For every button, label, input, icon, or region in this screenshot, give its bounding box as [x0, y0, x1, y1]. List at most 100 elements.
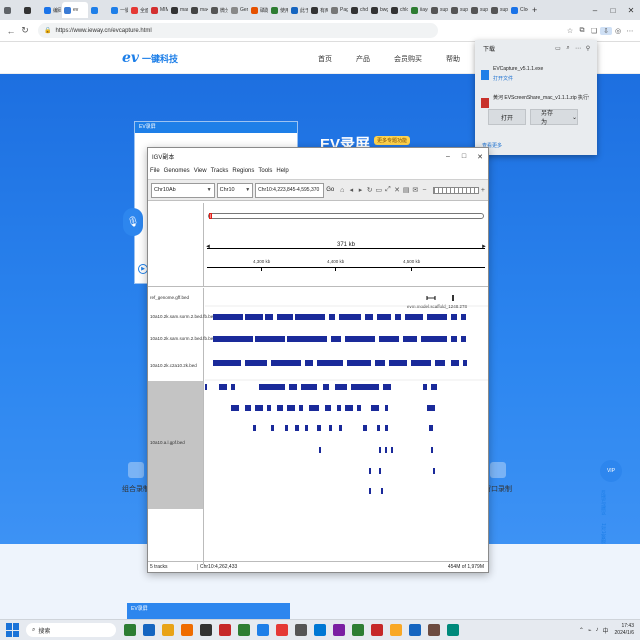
pin-icon[interactable]: ⚲ [583, 45, 593, 52]
site-logo[interactable]: ev 一键科技 [122, 50, 178, 66]
download-open-button[interactable]: 打开 [488, 109, 526, 125]
taskbar-app-icon[interactable] [333, 624, 345, 636]
igv-menu-item[interactable]: Help [276, 168, 288, 174]
browser-tab[interactable]: supp [469, 2, 488, 18]
go-button[interactable]: Go [326, 187, 334, 193]
igv-menu-item[interactable]: Regions [232, 168, 254, 174]
taskbar-app-icon[interactable] [352, 624, 364, 636]
download-open-link[interactable]: 打开文件 [493, 75, 589, 82]
forward-icon[interactable]: ▸ [356, 186, 364, 194]
igv-menu-item[interactable]: Tools [258, 168, 272, 174]
site-nav-item[interactable]: 产品 [356, 54, 370, 64]
browser-tab[interactable]: 微分 [209, 2, 228, 18]
browser-tab[interactable]: 一键 [109, 2, 128, 18]
ev-window-titlebar[interactable]: EV录屏 [135, 122, 297, 133]
comment-icon[interactable]: ✉ [411, 186, 419, 194]
refresh-icon[interactable]: ↻ [366, 186, 374, 194]
browser-tab[interactable]: bwg [369, 2, 388, 18]
track-name[interactable]: 10a10.2k.c2a10.2k.bed [150, 361, 204, 370]
taskbar-app-icon[interactable] [162, 624, 174, 636]
browser-tab[interactable]: MIM [149, 2, 168, 18]
taskbar-search-input[interactable]: ⌕ 搜索 [26, 623, 116, 637]
feedback-link[interactable]: 反馈与建议 [600, 490, 607, 515]
volume-icon[interactable]: ♪ [596, 627, 599, 633]
browser-tab[interactable]: 全面 [129, 2, 148, 18]
tracks-area[interactable]: evm.model.scaffold_1248.278 [205, 288, 488, 564]
hero-badge[interactable]: 更多专题功能 [374, 136, 411, 145]
browser-tab[interactable]: 磷酸 [249, 2, 268, 18]
language-indicator[interactable]: 中 [603, 626, 609, 635]
site-nav-item[interactable]: 首页 [318, 54, 332, 64]
taskbar-app-icon[interactable] [371, 624, 383, 636]
browser-tab[interactable]: 有两 [309, 2, 328, 18]
url-input[interactable]: 🔒 https://www.ieway.cn/evcapture.html [38, 23, 438, 38]
roi-icon[interactable]: ▭ [375, 186, 383, 194]
track-name[interactable]: 10a10.2k.sam.sorm.2.bed.fb.bed [150, 312, 216, 321]
taskbar-app-icon[interactable] [276, 624, 288, 636]
browser-tab[interactable]: 使用 [269, 2, 288, 18]
browser-tab[interactable]: supp [449, 2, 468, 18]
browser-tab[interactable]: supp [429, 2, 448, 18]
genome-select[interactable]: Chr10Ab ▼ [151, 182, 215, 198]
track-name[interactable]: 10a10.a.l.gpf.bed [150, 438, 204, 447]
browser-tab[interactable] [22, 2, 41, 18]
new-tab-icon[interactable]: + [532, 5, 537, 15]
igv-titlebar[interactable]: IGV副本 – □ ✕ [148, 148, 488, 165]
browser-tab[interactable]: ev [62, 2, 88, 18]
download-saveas-button[interactable]: 另存为 ⌄ [530, 109, 578, 126]
track-name[interactable]: 10a10.2k.sam.sorm.2.bed.fb.bed [150, 334, 216, 343]
profile-icon[interactable]: ◎ [612, 27, 624, 35]
download-icon[interactable]: ⇩ [600, 26, 612, 35]
network-icon[interactable]: ⌁ [588, 627, 592, 634]
windows-start-icon[interactable] [6, 623, 20, 637]
browser-tab[interactable] [2, 2, 21, 18]
close-tracks-icon[interactable]: ✕ [393, 186, 401, 194]
favorite-icon[interactable]: ☆ [564, 27, 576, 35]
resize-icon[interactable]: ⤢ [384, 186, 392, 194]
more-icon[interactable]: ⋯ [624, 27, 636, 35]
taskbar-app-icon[interactable] [314, 624, 326, 636]
taskbar-app-icon[interactable] [428, 624, 440, 636]
chromosome-ideogram[interactable] [208, 213, 484, 219]
microphone-icon[interactable]: 🎙 [123, 208, 143, 236]
taskbar-app-icon[interactable] [257, 624, 269, 636]
zoom-in-icon[interactable]: + [479, 187, 487, 194]
site-nav-item[interactable]: 会员购买 [394, 54, 422, 64]
maximize-icon[interactable]: □ [604, 6, 622, 15]
taskbar-app-icon[interactable] [124, 624, 136, 636]
vip-circle[interactable]: VIP [600, 460, 622, 482]
site-nav-item[interactable]: 帮助 [446, 54, 460, 64]
browser-tab[interactable]: Page [329, 2, 348, 18]
minimize-icon[interactable]: – [586, 6, 604, 15]
close-icon[interactable]: ✕ [622, 6, 640, 15]
taskbar-app-icon[interactable] [409, 624, 421, 636]
taskbar-app-icon[interactable] [390, 624, 402, 636]
igv-menu-item[interactable]: Genomes [164, 168, 190, 174]
extensions-icon[interactable]: ⧉ [576, 27, 588, 35]
taskbar-app-icon[interactable] [181, 624, 193, 636]
browser-tab[interactable]: mam [169, 2, 188, 18]
zoom-out-icon[interactable]: − [420, 187, 428, 194]
browser-tab[interactable] [89, 2, 108, 18]
taskbar-app-icon[interactable] [219, 624, 231, 636]
back-icon[interactable]: ◂ [347, 186, 355, 194]
taskbar-app-icon[interactable] [143, 624, 155, 636]
browser-tab[interactable]: chdo [349, 2, 368, 18]
taskbar-clock[interactable]: 17:43 2024/1/6 [615, 623, 634, 637]
more-icon[interactable]: ⋯ [573, 45, 583, 52]
locus-input[interactable]: Chr10:4,223,845-4,595,370 [255, 182, 325, 198]
chevron-up-icon[interactable]: ⌃ [579, 627, 584, 634]
maximize-icon[interactable]: □ [456, 153, 472, 161]
igv-menu-item[interactable]: File [150, 168, 160, 174]
customer-service-link[interactable]: 1对1客服 [600, 523, 607, 544]
popup-icon[interactable]: ▤ [402, 186, 410, 194]
zoom-slider[interactable] [433, 186, 479, 194]
collections-icon[interactable]: ❏ [588, 27, 600, 35]
browser-tab[interactable]: Geno [229, 2, 248, 18]
open-folder-icon[interactable]: ▭ [553, 45, 563, 52]
taskbar-app-icon[interactable] [295, 624, 307, 636]
browser-tab[interactable]: iiaye [409, 2, 428, 18]
igv-menu-item[interactable]: View [194, 168, 207, 174]
browser-tab[interactable]: chlo [389, 2, 408, 18]
search-icon[interactable]: ⌕ [563, 45, 573, 52]
